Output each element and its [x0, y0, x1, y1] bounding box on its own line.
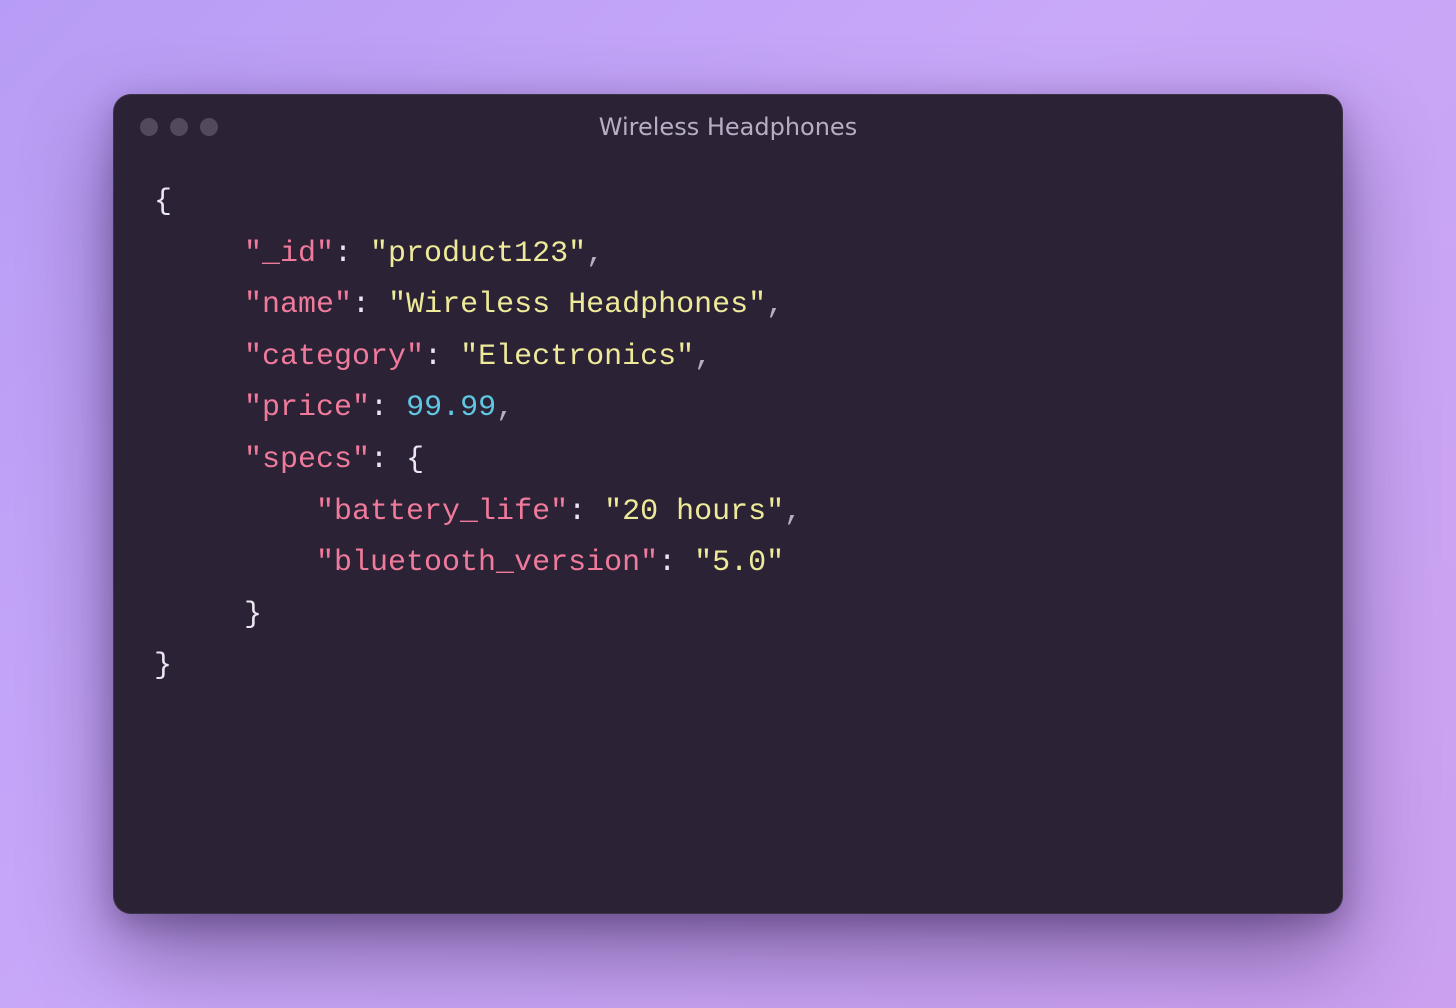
- key-category: "category": [244, 340, 424, 374]
- brace-open: {: [154, 185, 172, 219]
- minimize-icon[interactable]: [170, 118, 188, 136]
- brace-open-inner: {: [406, 443, 424, 477]
- val-id: "product123": [370, 237, 586, 271]
- colon: :: [424, 340, 460, 374]
- brace-close: }: [154, 649, 172, 683]
- comma: ,: [496, 391, 514, 425]
- maximize-icon[interactable]: [200, 118, 218, 136]
- titlebar: Wireless Headphones: [114, 95, 1342, 159]
- window-title: Wireless Headphones: [114, 113, 1342, 141]
- key-specs: "specs": [244, 443, 370, 477]
- colon: :: [658, 546, 694, 580]
- key-id: "_id": [244, 237, 334, 271]
- key-price: "price": [244, 391, 370, 425]
- comma: ,: [694, 340, 712, 374]
- key-battery: "battery_life": [316, 495, 568, 529]
- colon: :: [352, 288, 388, 322]
- colon: :: [370, 391, 406, 425]
- colon: :: [334, 237, 370, 271]
- val-bluetooth: "5.0": [694, 546, 784, 580]
- val-name: "Wireless Headphones": [388, 288, 766, 322]
- comma: ,: [784, 495, 802, 529]
- comma: ,: [766, 288, 784, 322]
- close-icon[interactable]: [140, 118, 158, 136]
- code-block: { "_id": "product123", "name": "Wireless…: [114, 159, 1342, 913]
- val-battery: "20 hours": [604, 495, 784, 529]
- brace-close-inner: }: [244, 598, 262, 632]
- colon: :: [370, 443, 406, 477]
- colon: :: [568, 495, 604, 529]
- key-name: "name": [244, 288, 352, 322]
- traffic-lights: [140, 118, 218, 136]
- code-window: Wireless Headphones { "_id": "product123…: [113, 94, 1343, 914]
- val-price: 99.99: [406, 391, 496, 425]
- key-bluetooth: "bluetooth_version": [316, 546, 658, 580]
- val-category: "Electronics": [460, 340, 694, 374]
- comma: ,: [586, 237, 604, 271]
